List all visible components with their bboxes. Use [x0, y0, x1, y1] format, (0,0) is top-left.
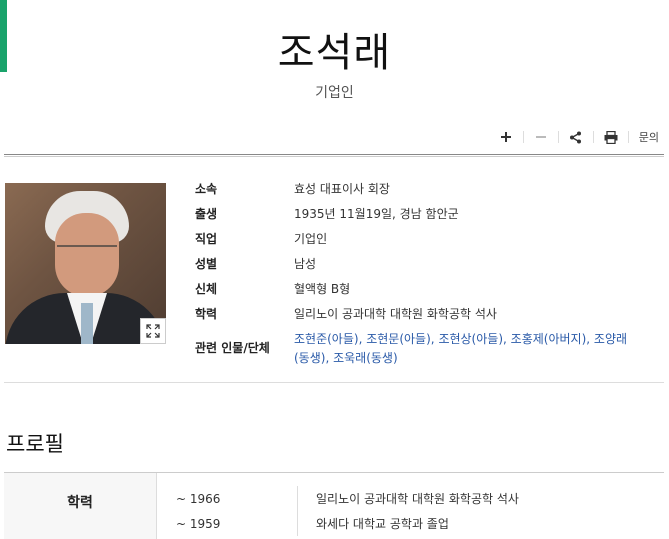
info-value: 남성 [294, 257, 317, 271]
related-person-link[interactable]: 조욱래(동생) [333, 351, 398, 365]
profile-desc: 와세다 대학교 공학과 졸업 [316, 517, 449, 531]
info-label: 관련 인물/단체 [195, 341, 270, 355]
plus-icon [500, 132, 511, 142]
inquiry-link[interactable]: 문의 [639, 129, 659, 145]
table-row: ~ 1959 와세다 대학교 공학과 졸업 [157, 511, 664, 536]
info-row-birth: 출생 1935년 11월19일, 경남 함안군 [195, 205, 665, 224]
info-row-related: 관련 인물/단체 조현준(아들), 조현문(아들), 조현상(아들), 조홍제(… [195, 330, 665, 368]
info-row-gender: 성별 남성 [195, 255, 665, 274]
toolbar: 문의 [493, 126, 659, 148]
related-person-link[interactable]: 조현문(아들), [366, 332, 434, 346]
share-icon [570, 131, 582, 143]
info-row-affiliation: 소속 효성 대표이사 회장 [195, 180, 665, 199]
toolbar-divider [522, 131, 524, 143]
info-label: 성별 [195, 257, 218, 271]
info-label: 출생 [195, 207, 218, 221]
header-divider [4, 154, 664, 157]
info-label: 소속 [195, 182, 218, 196]
toolbar-divider [627, 131, 629, 143]
table-row: ~ 1966 일리노이 공과대학 대학원 화학공학 석사 [157, 486, 664, 511]
info-value: 일리노이 공과대학 대학원 화학공학 석사 [294, 307, 497, 321]
zoom-out-button[interactable] [528, 126, 554, 148]
info-value: 기업인 [294, 232, 328, 246]
profile-year: ~ 1959 [157, 511, 298, 536]
print-button[interactable] [598, 126, 624, 148]
related-people: 조현준(아들), 조현문(아들), 조현상(아들), 조홍제(아버지), 조양래… [294, 330, 654, 368]
profile-photo[interactable] [5, 183, 166, 344]
info-value: 혈액형 B형 [294, 282, 351, 296]
page-subtitle: 기업인 [315, 85, 354, 101]
info-label: 학력 [195, 307, 218, 321]
printer-icon [604, 130, 618, 144]
info-divider [4, 382, 664, 383]
toolbar-divider [557, 131, 559, 143]
page-title: 조석래 [277, 30, 392, 76]
info-row-occupation: 직업 기업인 [195, 230, 665, 249]
profile-year: ~ 1966 [157, 486, 298, 511]
minus-icon [535, 136, 546, 138]
profile-rows: ~ 1966 일리노이 공과대학 대학원 화학공학 석사 ~ 1959 와세다 … [157, 473, 664, 536]
profile-desc: 일리노이 공과대학 대학원 화학공학 석사 [316, 492, 519, 506]
info-label: 직업 [195, 232, 218, 246]
info-row-body: 신체 혈액형 B형 [195, 280, 665, 299]
profile-table: 학력 ~ 1966 일리노이 공과대학 대학원 화학공학 석사 ~ 1959 와… [4, 472, 664, 539]
zoom-in-button[interactable] [493, 126, 519, 148]
info-row-education: 학력 일리노이 공과대학 대학원 화학공학 석사 [195, 305, 665, 324]
toolbar-divider [592, 131, 594, 143]
related-person-link[interactable]: 조현상(아들), [438, 332, 506, 346]
share-button[interactable] [563, 126, 589, 148]
related-person-link[interactable]: 조홍제(아버지), [511, 332, 590, 346]
profile-label: 학력 [4, 473, 157, 539]
expand-photo-button[interactable] [140, 318, 166, 344]
related-person-link[interactable]: (동생), [294, 351, 329, 365]
info-value: 효성 대표이사 회장 [294, 182, 390, 196]
related-person-link[interactable]: 조현준(아들), [294, 332, 362, 346]
section-title-profile: 프로필 [6, 432, 64, 456]
info-value: 1935년 11월19일, 경남 함안군 [294, 207, 459, 221]
expand-icon [146, 324, 160, 338]
info-table: 소속 효성 대표이사 회장 출생 1935년 11월19일, 경남 함안군 직업… [195, 180, 665, 374]
related-person-link[interactable]: 조양래 [594, 332, 627, 346]
info-label: 신체 [195, 282, 218, 296]
